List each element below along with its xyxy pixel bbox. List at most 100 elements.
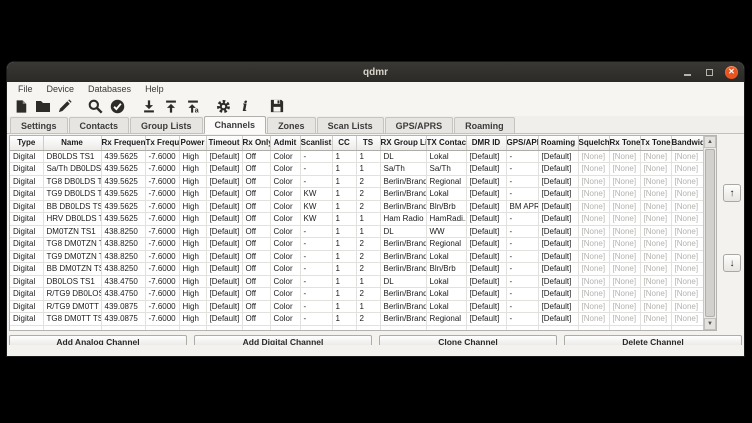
table-cell[interactable]: [None] — [578, 188, 609, 201]
table-cell[interactable]: - — [506, 188, 538, 201]
table-cell[interactable]: [None] — [671, 300, 703, 313]
table-cell[interactable]: BB DB0LDS TS2 — [43, 200, 101, 213]
table-cell[interactable]: [Default] — [466, 175, 506, 188]
table-cell[interactable]: [Default] — [206, 263, 242, 276]
table-cell[interactable]: Digital — [10, 150, 43, 163]
table-cell[interactable]: [None] — [578, 150, 609, 163]
table-cell[interactable]: Off — [242, 175, 270, 188]
table-cell[interactable]: [Default] — [538, 200, 578, 213]
table-cell[interactable]: [None] — [671, 225, 703, 238]
table-cell[interactable]: TG8 DB0LDS TS2 — [43, 175, 101, 188]
table-cell[interactable]: - — [300, 163, 332, 176]
column-header-rx-frequency[interactable]: Rx Frequency — [101, 136, 145, 150]
table-cell[interactable]: Lokal — [426, 250, 466, 263]
column-header-tx-frequency[interactable]: Tx Frequency — [145, 136, 179, 150]
table-cell[interactable]: - — [506, 313, 538, 326]
column-header-tx-contact[interactable]: TX Contact — [426, 136, 466, 150]
table-cell[interactable]: Digital — [10, 275, 43, 288]
table-cell[interactable]: Digital — [10, 238, 43, 251]
table-cell[interactable]: 1 — [332, 263, 356, 276]
table-cell[interactable]: Color — [270, 275, 300, 288]
table-cell[interactable]: [Default] — [538, 300, 578, 313]
tab-roaming[interactable]: Roaming — [454, 117, 515, 133]
table-cell[interactable]: - — [506, 175, 538, 188]
table-cell[interactable]: High — [179, 238, 206, 251]
table-cell[interactable]: Off — [242, 188, 270, 201]
table-cell[interactable]: R/TG9 DB0LOS TS2 — [43, 288, 101, 301]
table-cell[interactable]: [None] — [640, 150, 671, 163]
table-cell[interactable]: [None] — [578, 263, 609, 276]
new-file-button[interactable] — [12, 98, 29, 115]
table-cell[interactable]: [Default] — [538, 275, 578, 288]
column-header-rx-only[interactable]: Rx Only — [242, 136, 270, 150]
channel-row[interactable]: DigitalR/TG9 DM0TT TS1439.0875-7.6000Hig… — [10, 300, 703, 313]
table-cell[interactable]: [None] — [640, 163, 671, 176]
table-cell[interactable]: -7.6000 — [145, 150, 179, 163]
table-cell[interactable]: BB DM0TZN TS2 — [43, 263, 101, 276]
table-cell[interactable]: [Default] — [206, 175, 242, 188]
table-cell[interactable]: Berlin/Brand — [380, 175, 426, 188]
column-header-timeout[interactable]: Timeout — [206, 136, 242, 150]
table-cell[interactable]: Regional — [426, 175, 466, 188]
table-cell[interactable]: 2 — [356, 200, 380, 213]
table-cell[interactable]: DB0LOS TS1 — [43, 275, 101, 288]
table-cell[interactable]: Regional — [426, 238, 466, 251]
table-cell[interactable]: [Default] — [466, 250, 506, 263]
table-cell[interactable]: Digital — [10, 163, 43, 176]
table-cell[interactable]: [None] — [640, 200, 671, 213]
table-cell[interactable]: 1 — [332, 188, 356, 201]
table-cell[interactable]: Color — [270, 313, 300, 326]
table-cell[interactable]: [None] — [578, 163, 609, 176]
table-cell[interactable]: [None] — [578, 288, 609, 301]
table-cell[interactable]: [Default] — [538, 313, 578, 326]
channel-row[interactable]: DigitalDM0TZN TS1438.8250-7.6000High[Def… — [10, 225, 703, 238]
table-cell[interactable]: 1 — [356, 275, 380, 288]
table-cell[interactable]: [Default] — [466, 238, 506, 251]
table-cell[interactable]: [Default] — [466, 188, 506, 201]
table-cell[interactable]: [Default] — [466, 150, 506, 163]
table-cell[interactable]: Color — [270, 175, 300, 188]
table-cell[interactable]: Digital — [10, 250, 43, 263]
table-cell[interactable]: - — [300, 238, 332, 251]
column-header-rx-group-list[interactable]: RX Group List — [380, 136, 426, 150]
table-cell[interactable]: - — [506, 275, 538, 288]
table-cell[interactable]: - — [506, 250, 538, 263]
table-cell[interactable]: HamRadi... — [426, 213, 466, 226]
table-cell[interactable]: Off — [242, 150, 270, 163]
table-cell[interactable]: [Default] — [538, 225, 578, 238]
table-cell[interactable]: [None] — [609, 163, 640, 176]
table-cell[interactable]: High — [179, 163, 206, 176]
vertical-scrollbar[interactable]: ▲ ▼ — [703, 136, 716, 330]
table-cell[interactable]: 1 — [332, 213, 356, 226]
table-cell[interactable]: 439.5625 — [101, 163, 145, 176]
table-cell[interactable]: Sa/Th — [426, 163, 466, 176]
table-cell[interactable]: 1 — [332, 163, 356, 176]
window-titlebar[interactable]: qdmr ✕ — [7, 62, 744, 82]
table-cell[interactable]: 2 — [356, 313, 380, 326]
verify-check-button[interactable] — [109, 98, 126, 115]
move-channel-down-button[interactable]: ↓ — [723, 254, 741, 272]
table-cell[interactable]: Digital — [10, 188, 43, 201]
table-cell[interactable]: Color — [270, 250, 300, 263]
table-cell[interactable]: [Default] — [466, 288, 506, 301]
table-cell[interactable]: Digital — [10, 175, 43, 188]
tab-settings[interactable]: Settings — [10, 117, 68, 133]
table-cell[interactable]: Color — [270, 300, 300, 313]
table-cell[interactable]: 439.5625 — [101, 175, 145, 188]
table-cell[interactable]: [Default] — [206, 275, 242, 288]
table-cell[interactable]: High — [179, 200, 206, 213]
table-cell[interactable]: [None] — [609, 150, 640, 163]
table-cell[interactable]: Berlin/Brand — [380, 250, 426, 263]
table-cell[interactable]: [Default] — [466, 213, 506, 226]
table-cell[interactable]: High — [179, 150, 206, 163]
table-cell[interactable]: 438.4750 — [101, 275, 145, 288]
table-cell[interactable]: Off — [242, 238, 270, 251]
table-cell[interactable]: Off — [242, 163, 270, 176]
channel-row[interactable]: DigitalTG8 DB0LDS TS2439.5625-7.6000High… — [10, 175, 703, 188]
table-cell[interactable]: 2 — [356, 263, 380, 276]
table-cell[interactable]: 1 — [356, 150, 380, 163]
table-cell[interactable]: 1 — [332, 250, 356, 263]
table-cell[interactable]: 1 — [332, 225, 356, 238]
channel-row[interactable]: DigitalBB DB0LDS TS2439.5625-7.6000High[… — [10, 200, 703, 213]
table-cell[interactable]: 439.5625 — [101, 188, 145, 201]
